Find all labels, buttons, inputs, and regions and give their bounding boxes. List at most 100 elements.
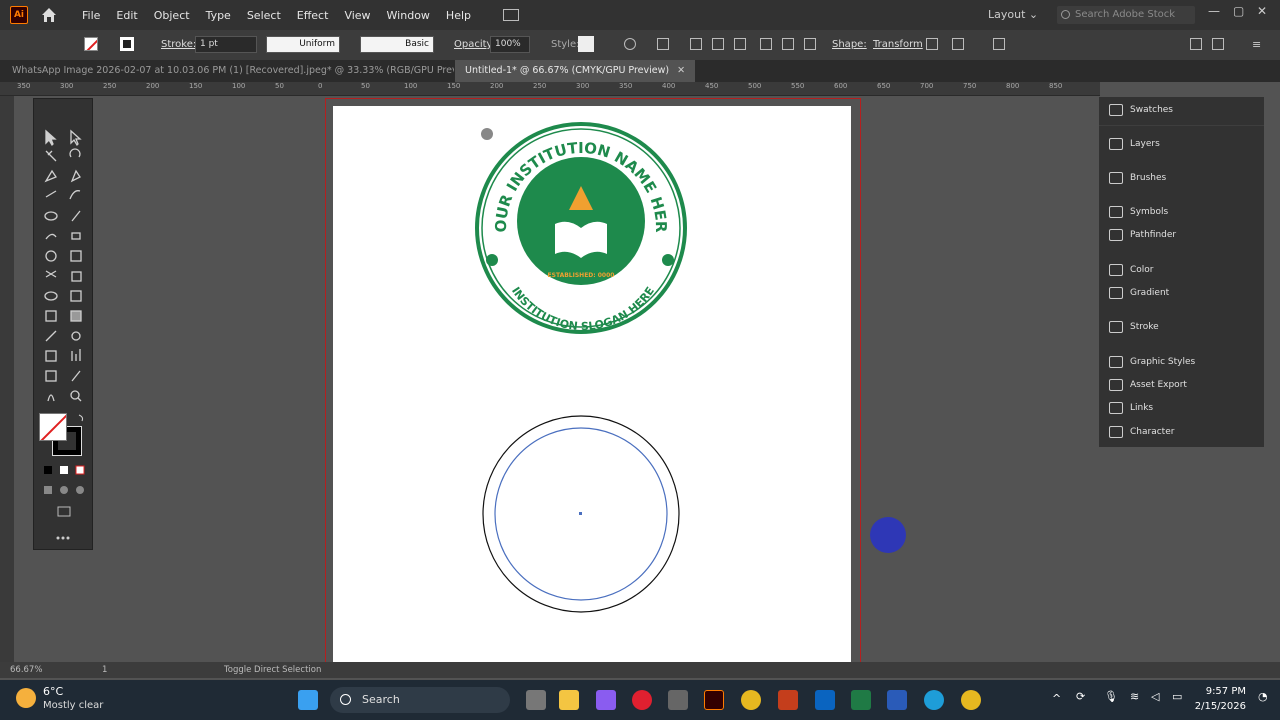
battery-icon[interactable]: ▭ [1172,690,1182,703]
clock-time[interactable]: 9:57 PM [1196,686,1246,697]
menu-window[interactable]: Window [379,9,438,22]
ruler-tick-label: 300 [60,82,74,90]
align-right-icon[interactable] [734,38,746,50]
weather-desc[interactable]: Mostly clear [43,700,103,711]
task-view-icon[interactable] [526,690,546,710]
panel-gradient[interactable]: Gradient [1099,282,1264,304]
start-icon[interactable] [298,690,318,710]
panel-asset-export[interactable]: Asset Export [1099,374,1264,396]
opacity-field[interactable]: 100% [490,36,530,53]
control-menu-icon[interactable]: ≡ [1252,38,1261,51]
workspace-switcher[interactable]: Layout ⌄ [988,8,1038,21]
ruler-tick-label: 500 [748,82,762,90]
rotation-handle[interactable] [481,128,493,140]
variable-width-profile[interactable]: Uniform [266,36,340,53]
tool-icons [44,129,85,540]
weather-temp[interactable]: 6°C [43,685,63,698]
opacity-label[interactable]: Opacity: [454,39,495,50]
fill-stroke-control[interactable] [39,413,83,457]
recolor-artwork-icon[interactable] [624,38,636,50]
tab-whatsapp-image[interactable]: WhatsApp Image 2026-02-07 at 10.03.06 PM… [2,60,454,82]
panel-character[interactable]: Character [1099,421,1264,443]
panel-links[interactable]: Links [1099,397,1264,419]
edge-icon[interactable] [924,690,944,710]
menu-type[interactable]: Type [198,9,239,22]
volume-icon[interactable]: ◁ [1151,690,1159,703]
properties-icon[interactable] [993,38,1005,50]
illustrator-taskbar-icon[interactable] [704,690,724,710]
file-explorer-icon[interactable] [559,690,579,710]
fill-swatch[interactable] [84,37,98,51]
panel-graphic-styles[interactable]: Graphic Styles [1099,351,1264,373]
taskbar-search[interactable]: Search [330,687,510,713]
powerpoint-icon[interactable] [778,690,798,710]
horizontal-ruler[interactable]: 350 300 250 200 150 100 50 0 50 100 150 200 250 300 35… [0,82,1100,96]
panel-swatches[interactable]: Swatches [1099,99,1264,121]
home-icon[interactable] [40,6,58,24]
zoom-level[interactable]: 66.67% [10,665,42,675]
maximize-icon[interactable]: ▢ [1233,4,1244,18]
panel-color[interactable]: Color [1099,259,1264,281]
align-bottom-icon[interactable] [804,38,816,50]
main-menu: File Edit Object Type Select Effect View… [74,9,479,22]
brush-definition[interactable]: Basic [360,36,434,53]
stroke-weight-field[interactable]: 1 pt [195,36,257,53]
adobe-stock-search[interactable]: Search Adobe Stock [1057,6,1195,24]
panel-layout-icon[interactable] [1190,38,1202,50]
menu-file[interactable]: File [74,9,108,22]
ruler-tick-label: 450 [705,82,719,90]
minimize-icon[interactable]: — [1208,4,1220,18]
search-icon [340,694,351,705]
menu-help[interactable]: Help [438,9,479,22]
chevron-down-icon: ⌄ [1028,8,1039,21]
vertical-ruler[interactable] [0,96,14,662]
close-icon[interactable]: ✕ [1257,4,1267,18]
fill-color-box[interactable] [39,413,67,441]
microphone-icon[interactable]: 🎙︎ [1104,690,1118,703]
institution-logo: YOUR INSTITUTION NAME HERE INSTITUTION S… [327,92,687,334]
stroke-swatch[interactable] [120,37,134,51]
panel-brushes[interactable]: Brushes [1099,167,1264,189]
copilot-icon[interactable] [596,690,616,710]
wifi-icon[interactable]: ≋ [1130,690,1139,703]
graphic-style-swatch[interactable] [578,36,594,52]
quick-actions-icon[interactable] [952,38,964,50]
arrange-panels-icon[interactable] [1212,38,1224,50]
menu-edit[interactable]: Edit [108,9,145,22]
panel-symbols[interactable]: Symbols [1099,201,1264,223]
chrome-icon[interactable] [741,690,761,710]
arrange-documents-icon[interactable] [503,9,519,21]
artboard[interactable]: YOUR INSTITUTION NAME HERE INSTITUTION S… [327,92,851,662]
align-top-icon[interactable] [760,38,772,50]
word-icon[interactable] [887,690,907,710]
isolate-icon[interactable] [926,38,938,50]
ellipse-center-point[interactable] [579,512,582,515]
snipping-tool-icon[interactable] [668,690,688,710]
align-center-icon[interactable] [712,38,724,50]
menu-view[interactable]: View [336,9,378,22]
align-middle-icon[interactable] [782,38,794,50]
tab-untitled-1[interactable]: Untitled-1* @ 66.67% (CMYK/GPU Preview) ✕ [455,60,696,82]
panel-pathfinder[interactable]: Pathfinder [1099,224,1264,246]
artboard-number[interactable]: 1 [102,665,107,675]
menu-object[interactable]: Object [146,9,198,22]
chevron-up-icon[interactable]: ^ [1052,692,1061,705]
opera-icon[interactable] [632,690,652,710]
menu-effect[interactable]: Effect [289,9,337,22]
panel-stroke[interactable]: Stroke [1099,316,1264,338]
excel-icon[interactable] [851,690,871,710]
close-tab-icon[interactable]: ✕ [677,65,685,76]
align-left-icon[interactable] [690,38,702,50]
clock-date[interactable]: 2/15/2026 [1186,701,1246,712]
menu-select[interactable]: Select [239,9,289,22]
sync-icon[interactable]: ⟳ [1076,690,1085,703]
panel-layers[interactable]: Layers [1099,133,1264,155]
align-to-icon[interactable] [657,38,669,50]
outlook-icon[interactable] [815,690,835,710]
notifications-icon[interactable]: ◔ [1258,690,1268,703]
transform-label[interactable]: Transform [873,39,923,50]
gradient-icon [1109,287,1123,299]
shape-label[interactable]: Shape: [832,39,867,50]
chrome-profile-icon[interactable] [961,690,981,710]
stroke-label[interactable]: Stroke: [161,39,196,50]
